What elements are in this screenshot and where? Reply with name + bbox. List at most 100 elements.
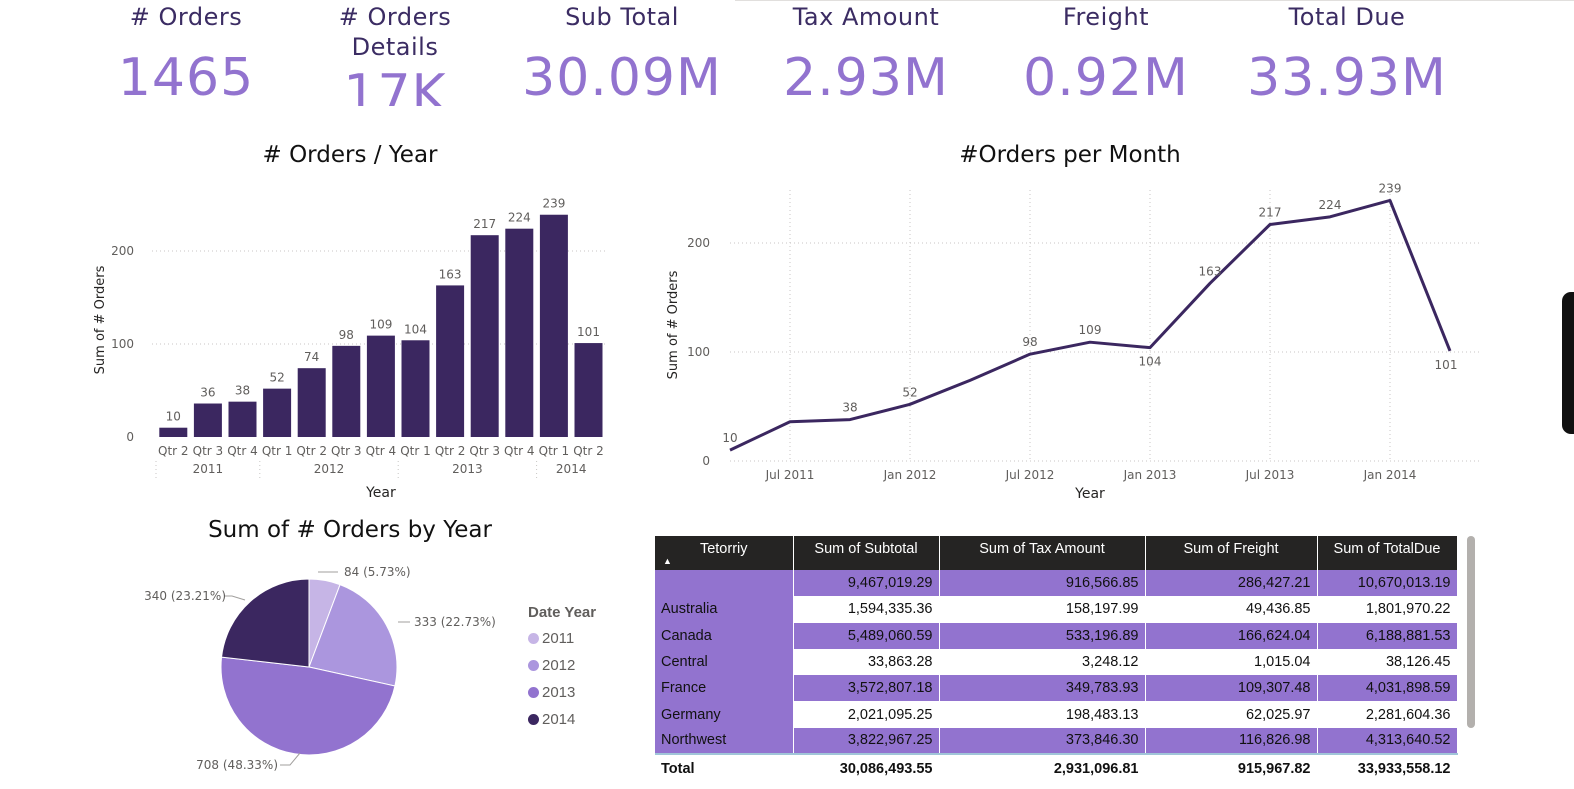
data-label: 52 [269, 371, 284, 385]
cell-totaldue: 6,188,881.53 [1317, 622, 1458, 649]
bar [539, 214, 568, 437]
data-label: 163 [1199, 264, 1222, 278]
cell-freight: 166,624.04 [1145, 622, 1318, 649]
table-row[interactable]: Central 33,863.28 3,248.12 1,015.04 38,1… [655, 648, 1458, 676]
data-label: 217 [1259, 205, 1282, 219]
x-tick-label: Qtr 3 [331, 444, 362, 458]
leader-line [225, 595, 246, 601]
data-label: 38 [842, 401, 857, 415]
data-label: 10 [166, 410, 181, 424]
table-row[interactable]: 9,467,019.29 916,566.85 286,427.21 10,67… [655, 570, 1458, 597]
data-label: 239 [542, 197, 565, 211]
pie-chart-title: Sum of # Orders by Year [208, 517, 492, 543]
cell-tax: 158,197.99 [939, 596, 1146, 623]
cell-totaldue: 2,281,604.36 [1317, 701, 1458, 728]
table-row[interactable]: Germany 2,021,095.25 198,483.13 62,025.9… [655, 701, 1458, 728]
data-label: 224 [1319, 198, 1342, 212]
cell-totaldue: 10,670,013.19 [1317, 570, 1458, 597]
x-tick-label: Qtr 2 [158, 444, 189, 458]
kpi-orders[interactable]: # Orders 1465 [86, 0, 286, 108]
y-tick-label: 0 [702, 454, 710, 468]
bar [297, 368, 326, 437]
table-scrollbar[interactable] [1467, 536, 1475, 728]
territory-table: Tetorriy ▲ Sum of Subtotal Sum of Tax Amo… [655, 536, 1458, 783]
legend-item-2014[interactable]: 2014 [528, 706, 596, 733]
data-label: 239 [1379, 181, 1402, 195]
data-label: 98 [1022, 335, 1037, 349]
cell-subtotal: 33,863.28 [793, 648, 940, 676]
cell-tax: 349,783.93 [939, 675, 1146, 702]
kpi-total-due[interactable]: Total Due 33.93M [1247, 0, 1447, 108]
cell-subtotal: 5,489,060.59 [793, 622, 940, 649]
legend-item-2013[interactable]: 2013 [528, 679, 596, 706]
x-tick-label: Qtr 3 [193, 444, 224, 458]
data-label: 74 [304, 350, 319, 364]
x-group-label: 2012 [314, 462, 345, 476]
cell-totaldue: 1,801,970.22 [1317, 596, 1458, 623]
x-tick-label: Qtr 3 [469, 444, 500, 458]
table-row[interactable]: Australia 1,594,335.36 158,197.99 49,436… [655, 596, 1458, 623]
cell-tax: 533,196.89 [939, 622, 1146, 649]
bar [505, 228, 534, 437]
legend-item-2012[interactable]: 2012 [528, 652, 596, 679]
data-label: 104 [404, 322, 427, 336]
data-label: 10 [722, 431, 737, 445]
x-tick-label: Jul 2013 [1245, 468, 1295, 482]
kpi-value: 30.09M [522, 48, 722, 108]
data-label: 224 [508, 211, 531, 225]
data-label: 708 (48.33%) [196, 758, 278, 772]
x-tick-label: Jul 2012 [1005, 468, 1055, 482]
cell-total-tax: 2,931,096.81 [939, 753, 1146, 783]
column-header-freight[interactable]: Sum of Freight [1145, 536, 1318, 570]
data-label: 36 [200, 386, 215, 400]
y-axis-label: Sum of # Orders [666, 270, 681, 379]
cell-total-subtotal: 30,086,493.55 [793, 753, 940, 783]
y-tick-label: 100 [687, 345, 710, 359]
bar [401, 340, 430, 437]
cell-territory: Germany [655, 701, 794, 728]
column-header-label: Tetorriy [699, 541, 748, 557]
legend-item-2011[interactable]: 2011 [528, 625, 596, 652]
cell-tax: 3,248.12 [939, 648, 1146, 676]
column-header-totaldue[interactable]: Sum of TotalDue [1317, 536, 1458, 570]
kpi-subtotal[interactable]: Sub Total 30.09M [522, 0, 722, 108]
column-header-subtotal[interactable]: Sum of Subtotal [793, 536, 940, 570]
column-header-tax-amount[interactable]: Sum of Tax Amount [939, 536, 1146, 570]
cell-territory: France [655, 675, 794, 702]
sort-ascending-icon[interactable]: ▲ [663, 556, 672, 566]
cell-freight: 109,307.48 [1145, 675, 1318, 702]
kpi-tax-amount[interactable]: Tax Amount 2.93M [766, 0, 966, 108]
cell-total-freight: 915,967.82 [1145, 753, 1318, 783]
x-group-label: 2011 [193, 462, 224, 476]
column-header-territory[interactable]: Tetorriy ▲ [655, 536, 794, 570]
table-row[interactable]: Northwest 3,822,967.25 373,846.30 116,82… [655, 727, 1458, 755]
table-row[interactable]: Canada 5,489,060.59 533,196.89 166,624.0… [655, 622, 1458, 649]
data-label: 109 [369, 318, 392, 332]
kpi-value: 0.92M [1023, 48, 1189, 108]
kpi-label: # Orders [129, 3, 243, 31]
kpi-label: Sub Total [565, 3, 679, 31]
pie-chart[interactable]: 84 (5.73%) 333 (22.73%) 708 (48.33%) 340 (2… [120, 550, 520, 785]
kpi-order-details[interactable]: # Orders Details 17K [295, 0, 495, 106]
bar-chart[interactable]: 0 100 200Sum of # Orders 10 Qtr 2 36 Qtr 3 38 Qt… [80, 180, 640, 510]
y-tick-label: 200 [687, 236, 710, 250]
legend-label: 2012 [542, 657, 576, 674]
line-chart[interactable]: 0 100 200 Jul 2011 Jan 2012 Jul 2012 Jan 2013 J… [655, 180, 1485, 510]
x-axis-label: Year [1074, 486, 1105, 502]
legend-label: 2013 [542, 684, 576, 701]
table-row[interactable]: France 3,572,807.18 349,783.93 109,307.4… [655, 675, 1458, 702]
data-label: 38 [235, 384, 250, 398]
cell-subtotal: 2,021,095.25 [793, 701, 940, 728]
legend-dot-icon [528, 714, 539, 725]
data-label: 52 [902, 385, 917, 399]
x-tick-label: Qtr 4 [504, 444, 535, 458]
x-group-label: 2014 [556, 462, 587, 476]
y-axis-label: Sum of # Orders [93, 265, 108, 374]
cell-freight: 62,025.97 [1145, 701, 1318, 728]
pie-slice [221, 578, 310, 668]
side-panel-handle[interactable] [1562, 292, 1574, 434]
kpi-freight[interactable]: Freight 0.92M [1006, 0, 1206, 108]
kpi-value: 2.93M [783, 48, 949, 108]
data-label: 101 [577, 325, 600, 339]
bar [366, 335, 395, 437]
